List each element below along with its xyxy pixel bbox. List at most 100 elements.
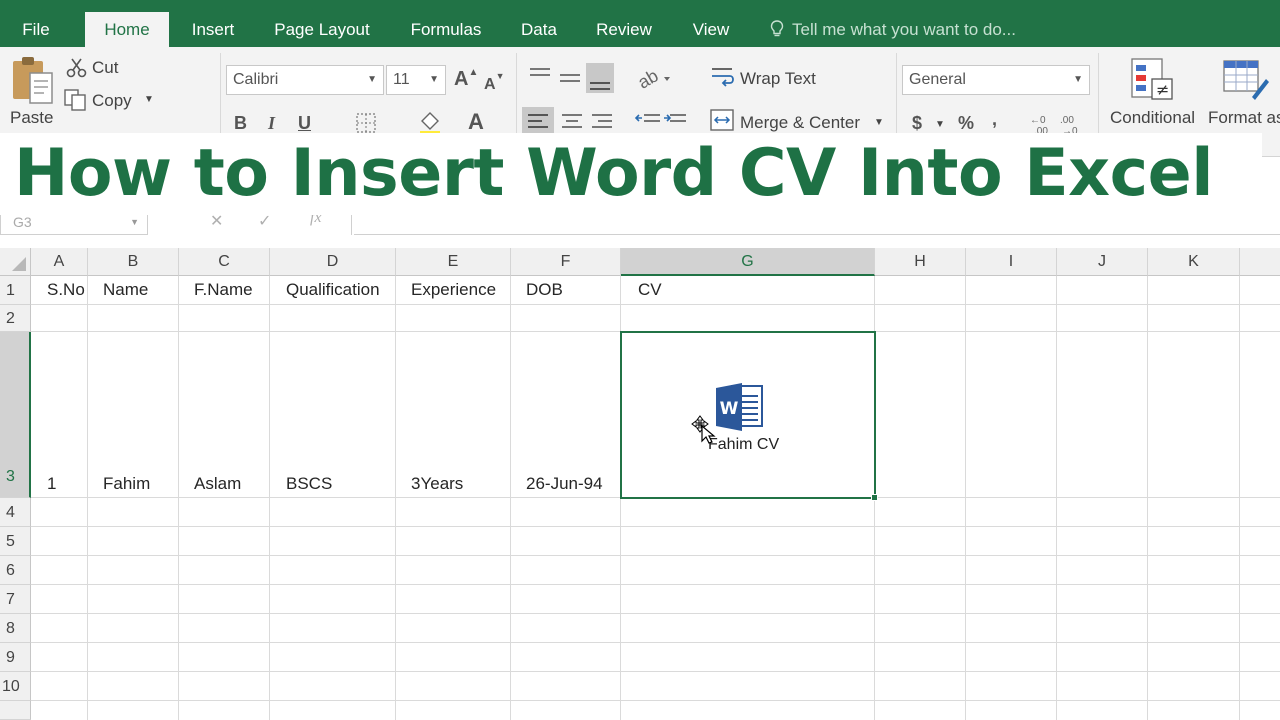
cell-f3[interactable]: 26-Jun-94 <box>516 474 620 494</box>
cell-b3[interactable]: Fahim <box>93 474 178 494</box>
paste-button-label[interactable]: Paste <box>10 108 53 128</box>
svg-text:ab: ab <box>636 65 662 91</box>
vertical-align-icons[interactable] <box>528 63 616 95</box>
cell-d1[interactable]: Qualification <box>276 280 395 300</box>
font-name-select[interactable]: Calibri ▼ <box>226 65 384 95</box>
format-as-table-icon[interactable] <box>1222 57 1270 103</box>
cell-e1[interactable]: Experience <box>401 280 510 300</box>
gridline <box>87 276 88 720</box>
number-format-select[interactable]: General ▼ <box>902 65 1090 95</box>
tab-file[interactable]: File <box>0 12 72 47</box>
chevron-down-icon: ▼ <box>367 74 377 85</box>
borders-icon[interactable] <box>356 113 378 133</box>
font-color-icon[interactable]: A <box>468 109 484 135</box>
tab-view[interactable]: View <box>680 12 742 47</box>
conditional-formatting-icon[interactable]: ≠ <box>1130 57 1176 103</box>
formula-input[interactable] <box>354 215 1280 235</box>
name-box[interactable]: G3 ▼ <box>0 215 148 235</box>
percent-button[interactable]: % <box>958 113 974 134</box>
column-header-c[interactable]: C <box>179 248 270 276</box>
comma-button[interactable]: , <box>992 109 997 130</box>
conditional-formatting-button[interactable]: Conditional <box>1110 108 1195 128</box>
row-header-6[interactable]: 6 <box>0 556 31 585</box>
row-header-2[interactable]: 2 <box>0 305 31 332</box>
column-header-i[interactable]: I <box>966 248 1057 276</box>
cell-c1[interactable]: F.Name <box>184 280 269 300</box>
gridline <box>395 276 396 720</box>
cell-d3[interactable]: BSCS <box>276 474 395 494</box>
column-header-e[interactable]: E <box>396 248 511 276</box>
row-header-3[interactable]: 3 <box>0 332 31 498</box>
currency-dropdown-arrow[interactable]: ▼ <box>935 119 945 130</box>
column-header-j[interactable]: J <box>1057 248 1148 276</box>
word-doc-icon: W <box>716 383 763 431</box>
currency-button[interactable]: $ <box>912 113 922 134</box>
copy-dropdown-arrow[interactable]: ▼ <box>144 94 154 105</box>
format-as-table-button[interactable]: Format as <box>1208 108 1280 128</box>
cell-a1[interactable]: S.No <box>37 280 87 300</box>
decimal-icons[interactable]: ←0 .00 .00 →0 <box>1030 113 1086 135</box>
paste-icon[interactable] <box>10 55 56 107</box>
row-header-1[interactable]: 1 <box>0 276 31 305</box>
gridline <box>31 613 1280 614</box>
font-size-value: 11 <box>393 71 410 88</box>
column-header-b[interactable]: B <box>88 248 179 276</box>
copy-button[interactable]: Copy <box>92 91 132 111</box>
lightbulb-icon <box>770 20 784 37</box>
column-header-h[interactable]: H <box>875 248 966 276</box>
cell-a3[interactable]: 1 <box>37 474 87 494</box>
font-size-select[interactable]: 11 ▼ <box>386 65 446 95</box>
tab-page-layout[interactable]: Page Layout <box>262 12 382 47</box>
bold-button[interactable]: B <box>234 113 247 134</box>
cell-b1[interactable]: Name <box>93 280 178 300</box>
column-header-a[interactable]: A <box>31 248 88 276</box>
cell-g1[interactable]: CV <box>628 280 828 300</box>
cell-f1[interactable]: DOB <box>516 280 620 300</box>
fill-handle[interactable] <box>871 494 878 501</box>
wrap-text-button[interactable]: Wrap Text <box>740 69 816 89</box>
wrap-text-icon[interactable] <box>710 65 736 89</box>
merge-center-button[interactable]: Merge & Center <box>740 113 860 133</box>
tab-insert[interactable]: Insert <box>180 12 246 47</box>
gridline <box>31 526 1280 527</box>
underline-button[interactable]: U <box>298 113 311 134</box>
embedded-word-object[interactable]: W Fahim CV <box>690 382 790 462</box>
column-header-k[interactable]: K <box>1148 248 1240 276</box>
scissors-icon[interactable] <box>66 57 88 79</box>
gridline <box>31 304 1280 305</box>
orientation-icon[interactable]: ab <box>636 63 676 91</box>
grow-font-icon[interactable]: A▲ <box>454 67 478 91</box>
copy-icon[interactable] <box>64 89 88 111</box>
merge-dropdown-arrow[interactable]: ▼ <box>874 117 884 128</box>
tell-me-search[interactable]: Tell me what you want to do... <box>770 12 1016 47</box>
row-header-5[interactable]: 5 <box>0 527 31 556</box>
row-header-10[interactable]: 10 <box>0 672 31 701</box>
gridline <box>1056 276 1057 720</box>
cell-c3[interactable]: Aslam <box>184 474 269 494</box>
cut-button[interactable]: Cut <box>92 58 118 78</box>
row-header-8[interactable]: 8 <box>0 614 31 643</box>
move-cursor-icon <box>691 415 716 444</box>
row-header-9[interactable]: 9 <box>0 643 31 672</box>
tab-home[interactable]: Home <box>85 12 169 47</box>
fill-color-icon[interactable] <box>418 109 444 135</box>
gridline <box>510 276 511 720</box>
select-all-button[interactable] <box>0 248 31 276</box>
column-header-f[interactable]: F <box>511 248 621 276</box>
column-header-d[interactable]: D <box>270 248 396 276</box>
row-header-7[interactable]: 7 <box>0 585 31 614</box>
tell-me-text: Tell me what you want to do... <box>792 20 1016 39</box>
shrink-font-icon[interactable]: A▼ <box>484 71 504 94</box>
row-header-4[interactable]: 4 <box>0 498 31 527</box>
merge-center-icon[interactable] <box>710 109 736 133</box>
tab-review[interactable]: Review <box>586 12 662 47</box>
italic-button[interactable]: I <box>268 113 275 134</box>
column-header-g[interactable]: G <box>621 248 875 276</box>
tab-data[interactable]: Data <box>512 12 566 47</box>
tab-formulas[interactable]: Formulas <box>398 12 494 47</box>
title-banner: How to Insert Word CV Into Excel <box>0 133 1262 215</box>
cell-e3[interactable]: 3Years <box>401 474 510 494</box>
gridline <box>1147 276 1148 720</box>
row-header-partial <box>0 701 31 720</box>
indent-icons[interactable] <box>634 109 692 135</box>
